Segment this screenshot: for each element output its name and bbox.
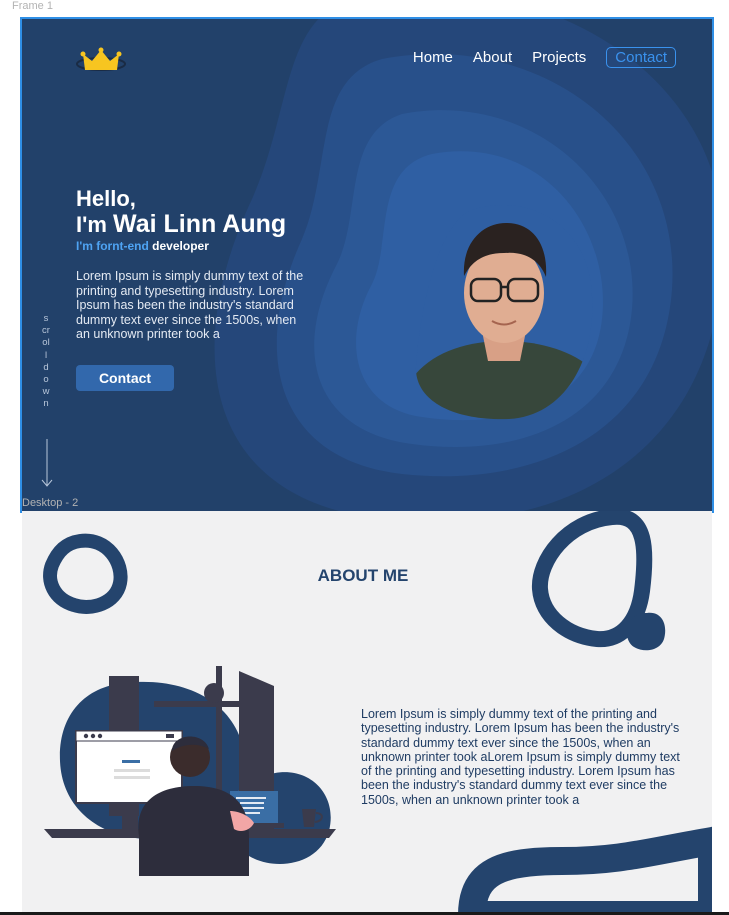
hero-intro-text: Lorem Ipsum is simply dummy text of the … <box>76 269 304 342</box>
nav-contact-button[interactable]: Contact <box>606 47 676 68</box>
decor-dot <box>626 612 666 651</box>
hero-blob-rings <box>214 19 712 511</box>
about-title: ABOUT ME <box>317 566 409 585</box>
nav-projects[interactable]: Projects <box>532 49 586 66</box>
hero-contact-button[interactable]: Contact <box>76 365 174 391</box>
desktop-label: Desktop - 2 <box>22 497 79 509</box>
hero-role-highlight: I'm fornt-end <box>76 239 149 253</box>
decor-wave-bottom <box>457 826 712 915</box>
scroll-down-label: scroll down <box>42 313 50 410</box>
hero-name-line: I'm Wai Linn Aung <box>76 210 286 239</box>
about-body-text: Lorem Ipsum is simply dummy text of the … <box>361 707 680 807</box>
profile-photo <box>415 204 593 420</box>
hero-greeting: Hello, <box>76 186 136 211</box>
crown-logo-icon[interactable] <box>75 44 127 78</box>
hero-name-prefix: I'm <box>76 212 114 237</box>
nav-about[interactable]: About <box>473 49 512 66</box>
hero-name: Wai Linn Aung <box>113 210 287 238</box>
developer-at-desk-illustration <box>44 666 336 876</box>
frame-label: Frame 1 <box>12 0 53 12</box>
hero-role-rest: developer <box>148 239 209 253</box>
arrow-down-icon[interactable] <box>40 439 54 489</box>
about-section: ABOUT ME Lorem Ipsum is simply dummy tex… <box>22 511 712 915</box>
hero-section: Home About Projects Contact Hello, I'm W… <box>20 17 714 513</box>
nav-home[interactable]: Home <box>413 49 453 66</box>
hero-role: I'm fornt-end developer <box>76 239 209 253</box>
main-nav: Home About Projects Contact <box>413 47 676 68</box>
